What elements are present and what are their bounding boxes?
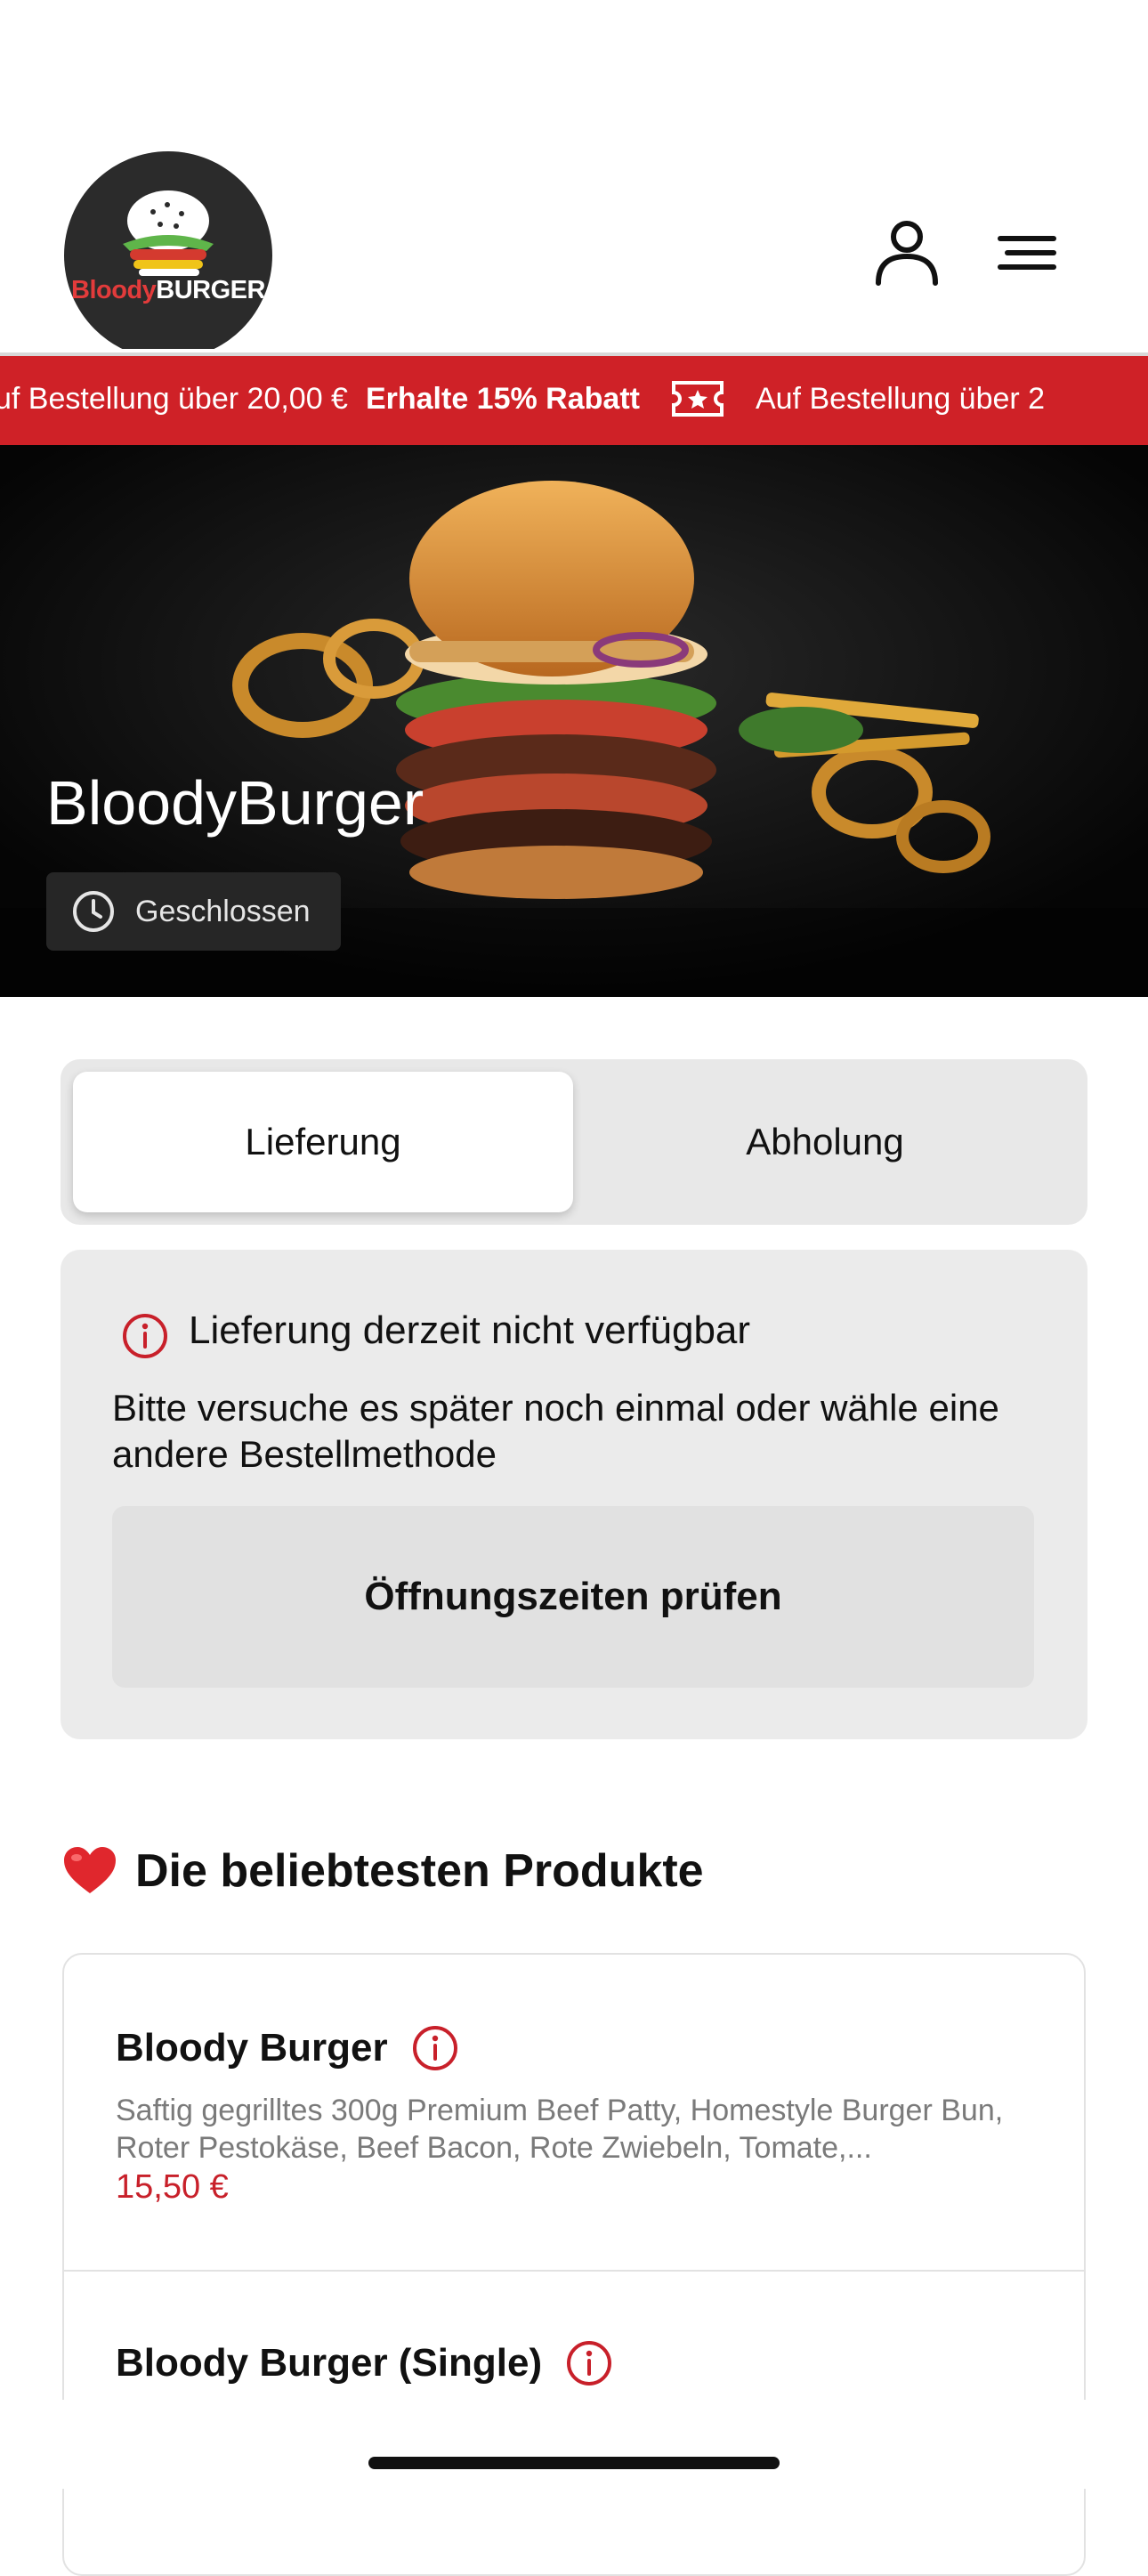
info-icon[interactable] xyxy=(565,2339,613,2387)
order-mode-toggle: Lieferung Abholung xyxy=(61,1059,1087,1225)
brand-logo[interactable]: BloodyBURGER xyxy=(64,151,272,360)
logo-word-2: BURGER xyxy=(156,276,265,304)
product-item[interactable]: Bloody Burger Saftig gegrilltes 300g Pre… xyxy=(64,1955,1084,2270)
product-name: Bloody Burger (Single) xyxy=(116,2341,543,2385)
promo-text: uf Bestellung über 20,00 € xyxy=(0,381,348,416)
ticket-icon xyxy=(671,381,724,417)
status-text: Geschlossen xyxy=(135,894,311,928)
product-description: Saftig gegrilltes 300g Premium Beef Patt… xyxy=(116,2094,1004,2165)
home-indicator[interactable] xyxy=(368,2457,780,2469)
clock-icon xyxy=(73,891,114,932)
heart-icon xyxy=(64,1847,116,1893)
restaurant-name: BloodyBurger xyxy=(46,768,424,838)
logo-word-1: Bloody xyxy=(71,276,157,304)
product-name-row: Bloody Burger (Single) xyxy=(116,2339,613,2387)
delivery-unavailable-notice: Lieferung derzeit nicht verfügbar Bitte … xyxy=(61,1250,1087,1739)
info-icon xyxy=(123,1314,167,1358)
menu-button[interactable] xyxy=(991,217,1063,293)
promo-banner: uf Bestellung über 20,00 € Erhalte 15% R… xyxy=(0,352,1148,445)
check-opening-hours-button[interactable]: Öffnungszeiten prüfen xyxy=(112,1506,1034,1688)
logo-wordmark: BloodyBURGER xyxy=(64,276,272,305)
popular-title-text: Die beliebtesten Produkte xyxy=(135,1845,704,1897)
status-badge: Geschlossen xyxy=(46,872,341,951)
popular-section-title: Die beliebtesten Produkte xyxy=(62,1844,704,1898)
account-button[interactable] xyxy=(871,217,942,293)
menu-icon xyxy=(998,236,1056,270)
promo-text-repeat: Auf Bestellung über 2 xyxy=(755,381,1046,416)
home-indicator-area xyxy=(0,2400,1148,2489)
tab-pickup[interactable]: Abholung xyxy=(575,1072,1075,1212)
promo-highlight: Erhalte 15% Rabatt xyxy=(365,381,640,416)
user-icon xyxy=(876,221,938,286)
product-name: Bloody Burger xyxy=(116,2026,388,2070)
info-icon[interactable] xyxy=(411,2024,459,2072)
product-name-row: Bloody Burger xyxy=(116,2024,459,2072)
notice-text: Bitte versuche es später noch einmal ode… xyxy=(112,1387,999,1475)
product-price: 15,50 € xyxy=(116,2168,229,2206)
burger-logo-icon xyxy=(123,190,214,276)
notice-title: Lieferung derzeit nicht verfügbar xyxy=(189,1308,751,1352)
tab-delivery[interactable]: Lieferung xyxy=(73,1072,573,1212)
